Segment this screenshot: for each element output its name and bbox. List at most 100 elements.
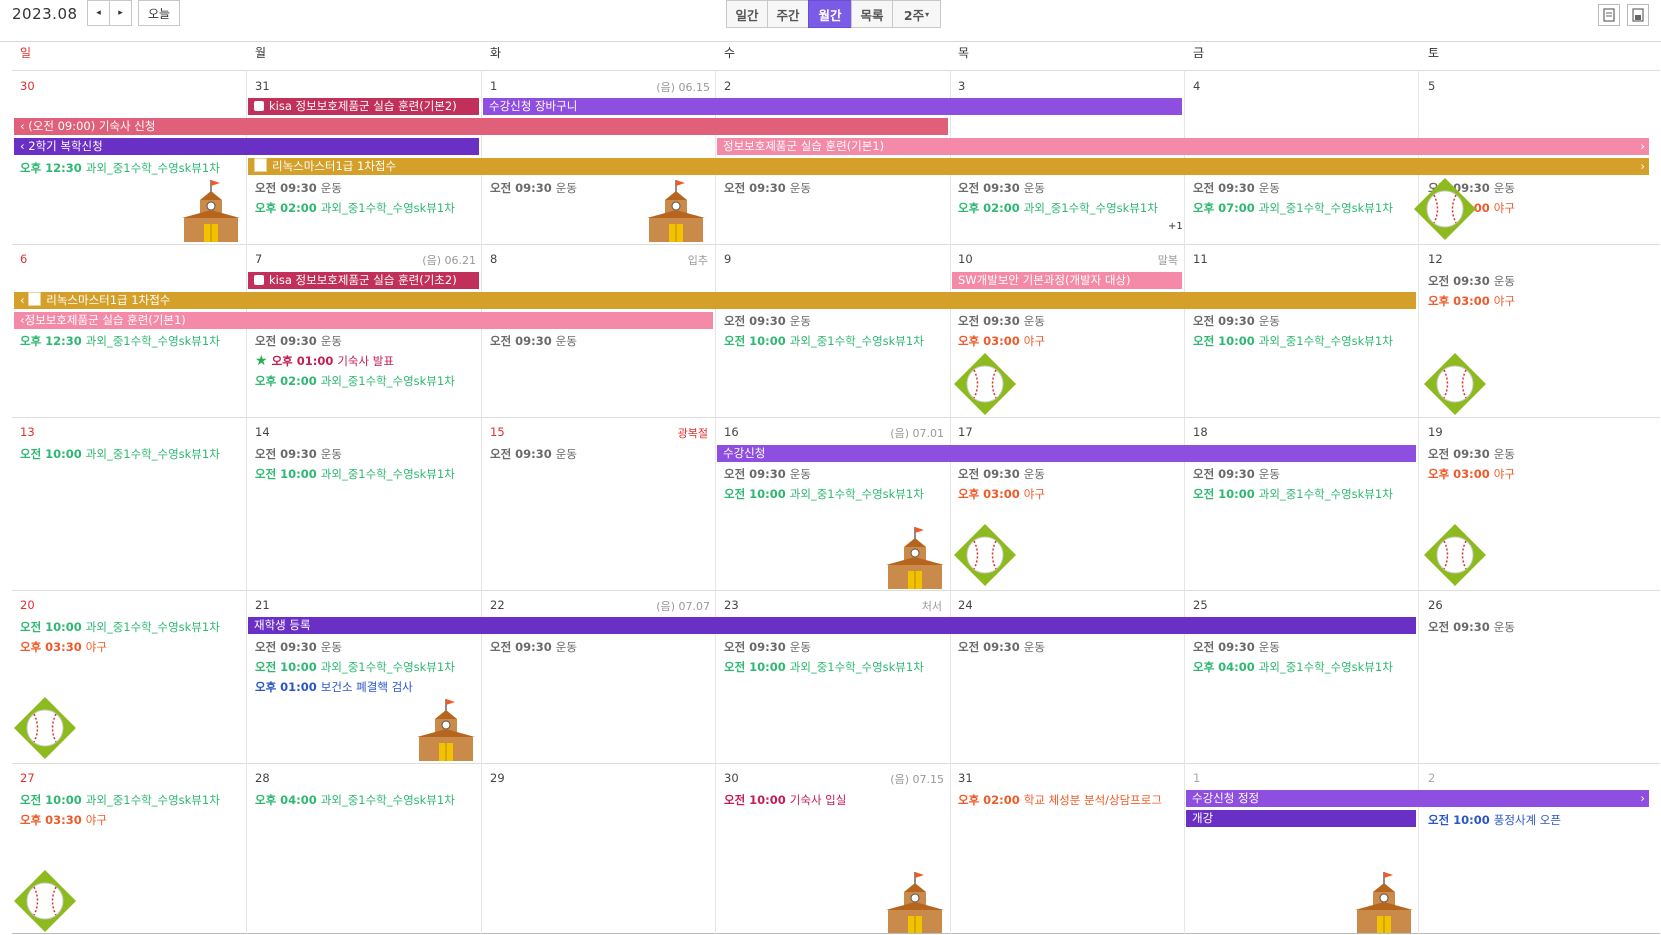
day-number[interactable]: 17 xyxy=(958,425,973,439)
day-number[interactable]: 13 xyxy=(20,425,35,439)
day-number[interactable]: 6 xyxy=(20,252,27,266)
event-item[interactable]: 오후 01:00 보건소 폐결핵 검사 xyxy=(255,679,413,695)
event-bar[interactable]: 정보보호제품군 실습 훈련(기본1) › xyxy=(717,138,1649,155)
event-item[interactable]: 오전 09:30 운동 xyxy=(1193,639,1280,655)
view-month-tab[interactable]: 월간 xyxy=(808,0,852,28)
event-bar[interactable]: ‹ 리녹스마스터1급 1차접수 xyxy=(14,292,1416,309)
event-item[interactable]: 오전 10:00 과외_중1수학_수영sk뷰1차 xyxy=(1193,333,1393,349)
day-number[interactable]: 26 xyxy=(1428,598,1443,612)
day-number[interactable]: 2 xyxy=(724,79,731,93)
calendar-save-icon[interactable] xyxy=(1627,4,1649,26)
event-item[interactable]: 오후 04:00 과외_중1수학_수영sk뷰1차 xyxy=(1193,659,1393,675)
event-item[interactable]: 오전 09:30 운동 xyxy=(1428,619,1515,635)
event-item[interactable]: 오후 03:00야구 xyxy=(958,333,1045,349)
day-number[interactable]: 1 xyxy=(1193,771,1200,785)
day-number[interactable]: 12 xyxy=(1428,252,1443,266)
event-bar[interactable]: 수강신청 장바구니 xyxy=(483,98,1182,115)
event-bar[interactable]: 리녹스마스터1급 1차접수 › xyxy=(248,158,1649,175)
day-number[interactable]: 27 xyxy=(20,771,35,785)
day-number[interactable]: 3 xyxy=(958,79,965,93)
event-item[interactable]: 오후 03:30 야구 xyxy=(20,639,107,655)
day-number[interactable]: 19 xyxy=(1428,425,1443,439)
event-item[interactable]: 오전 09:30 운동 xyxy=(1193,313,1280,329)
event-item[interactable]: 오전 09:30 운동 xyxy=(490,333,577,349)
event-item[interactable]: 오전 09:30 운동 xyxy=(490,639,577,655)
event-item[interactable]: 오전 10:00 과외_중1수학_수영sk뷰1차 xyxy=(1193,486,1393,502)
event-item[interactable]: 오전 09:30 운동 xyxy=(724,313,811,329)
event-item[interactable]: 오후 03:30 야구 xyxy=(20,812,107,828)
event-item[interactable]: 오전 10:00 과외_중1수학_수영sk뷰1차 xyxy=(20,792,220,808)
event-bar[interactable]: 수강신청 xyxy=(717,445,1416,462)
event-bar[interactable]: kisa 정보보호제품군 실습 훈련(기본2) xyxy=(248,98,479,115)
day-number[interactable]: 5 xyxy=(1428,79,1435,93)
day-number[interactable]: 28 xyxy=(255,771,270,785)
day-number[interactable]: 14 xyxy=(255,425,270,439)
event-bar[interactable]: SW개발보안 기본과정(개발자 대상) xyxy=(952,272,1182,289)
event-item[interactable]: 오전 10:00 과외_중1수학_수영sk뷰1차 xyxy=(20,446,220,462)
event-item[interactable]: 오후 02:00 과외_중1수학_수영sk뷰1차 xyxy=(255,200,455,216)
event-bar[interactable]: ‹ 2학기 복학신청 xyxy=(14,138,479,155)
event-item[interactable]: 오전 09:30 운동 xyxy=(958,180,1045,196)
event-bar[interactable]: 재학생 등록 xyxy=(248,617,1416,634)
day-number[interactable]: 31 xyxy=(958,771,973,785)
prev-month-button[interactable]: ◂ xyxy=(87,0,110,26)
event-item[interactable]: ★ 오후 01:00 기숙사 발표 xyxy=(255,353,394,369)
event-item[interactable]: 오후 02:00 과외_중1수학_수영sk뷰1차 xyxy=(958,200,1158,216)
day-number[interactable]: 18 xyxy=(1193,425,1208,439)
event-item[interactable]: 오전 10:00 과외_중1수학_수영sk뷰1차 xyxy=(724,486,924,502)
event-item[interactable]: 오전 10:00 풍정사계 오픈 xyxy=(1428,812,1561,828)
event-item[interactable]: 오전 09:30 운동 xyxy=(1193,180,1280,196)
more-events-link[interactable]: +1 xyxy=(1168,221,1183,232)
view-day-tab[interactable]: 일간 xyxy=(726,0,768,28)
event-item[interactable]: 오전 10:00 과외_중1수학_수영sk뷰1차 xyxy=(255,659,455,675)
event-item[interactable]: 오전 10:00 과외_중1수학_수영sk뷰1차 xyxy=(20,619,220,635)
event-bar[interactable]: ‹정보보호제품군 실습 훈련(기본1) xyxy=(14,312,713,329)
day-number[interactable]: 1 xyxy=(490,79,497,93)
event-item[interactable]: 오후 04:00 과외_중1수학_수영sk뷰1차 xyxy=(255,792,455,808)
event-item[interactable]: 오후 02:00 과외_중1수학_수영sk뷰1차 xyxy=(255,373,455,389)
event-item[interactable]: 오후 12:30 과외_중1수학_수영sk뷰1차 xyxy=(20,333,220,349)
event-bar[interactable]: ‹ (오전 09:00) 기숙사 신청 xyxy=(14,118,948,135)
view-2week-dropdown[interactable]: 2주 ▾ xyxy=(892,0,941,28)
calendar-print-icon[interactable] xyxy=(1598,4,1620,26)
day-number[interactable]: 2 xyxy=(1428,771,1435,785)
event-item[interactable]: 오전 09:30 운동 xyxy=(958,313,1045,329)
day-number[interactable]: 24 xyxy=(958,598,973,612)
event-item[interactable]: 오전 09:30 운동 xyxy=(958,466,1045,482)
event-item[interactable]: 오후 12:30 과외_중1수학_수영sk뷰1차 xyxy=(20,160,220,176)
day-number[interactable]: 8 xyxy=(490,252,497,266)
day-number[interactable]: 22 xyxy=(490,598,505,612)
today-button[interactable]: 오늘 xyxy=(138,0,180,26)
event-item[interactable]: 오전 10:00 기숙사 입실 xyxy=(724,792,846,808)
day-number[interactable]: 30 xyxy=(20,79,35,93)
event-item[interactable]: 오후 02:00 학교 체성분 분석/상담프로그 xyxy=(958,792,1184,808)
event-item[interactable]: 오전 09:30 운동 xyxy=(1193,466,1280,482)
day-number[interactable]: 29 xyxy=(490,771,505,785)
event-item[interactable]: 오후 03:00야구 xyxy=(958,486,1045,502)
day-number[interactable]: 21 xyxy=(255,598,270,612)
day-number[interactable]: 23 xyxy=(724,598,739,612)
day-number[interactable]: 11 xyxy=(1193,252,1208,266)
event-item[interactable]: 오후 07:00 과외_중1수학_수영sk뷰1차 xyxy=(1193,200,1393,216)
event-item[interactable]: 오전 10:00 과외_중1수학_수영sk뷰1차 xyxy=(255,466,455,482)
event-bar[interactable]: 수강신청 정정 › xyxy=(1186,790,1649,807)
event-bar[interactable]: 개강 xyxy=(1186,810,1416,827)
day-number[interactable]: 31 xyxy=(255,79,270,93)
event-item[interactable]: 오전 09:30 운동 xyxy=(255,446,342,462)
day-number[interactable]: 25 xyxy=(1193,598,1208,612)
event-item[interactable]: 오전 09:30 운동 xyxy=(255,180,342,196)
event-item[interactable]: 오전 09:30 운동 xyxy=(490,446,577,462)
event-item[interactable]: 오전 09:30 운동 xyxy=(724,466,811,482)
event-item[interactable]: 오전 09:30 운동 xyxy=(490,180,577,196)
event-item[interactable]: 오전 09:30 운동 xyxy=(1428,273,1515,289)
event-item[interactable]: 오전 09:30 운동 xyxy=(724,180,811,196)
view-week-tab[interactable]: 주간 xyxy=(767,0,809,28)
day-number[interactable]: 15 xyxy=(490,425,505,439)
event-item[interactable]: 오후 03:00야구 xyxy=(1428,293,1515,309)
event-item[interactable]: 오전 10:00 과외_중1수학_수영sk뷰1차 xyxy=(724,659,924,675)
event-item[interactable]: 오전 09:30 운동 xyxy=(255,639,342,655)
event-item[interactable]: 오전 09:30 운동 xyxy=(958,639,1045,655)
event-bar[interactable]: kisa 정보보호제품군 실습 훈련(기초2) xyxy=(248,272,479,289)
day-number[interactable]: 16 xyxy=(724,425,739,439)
view-list-tab[interactable]: 목록 xyxy=(851,0,893,28)
